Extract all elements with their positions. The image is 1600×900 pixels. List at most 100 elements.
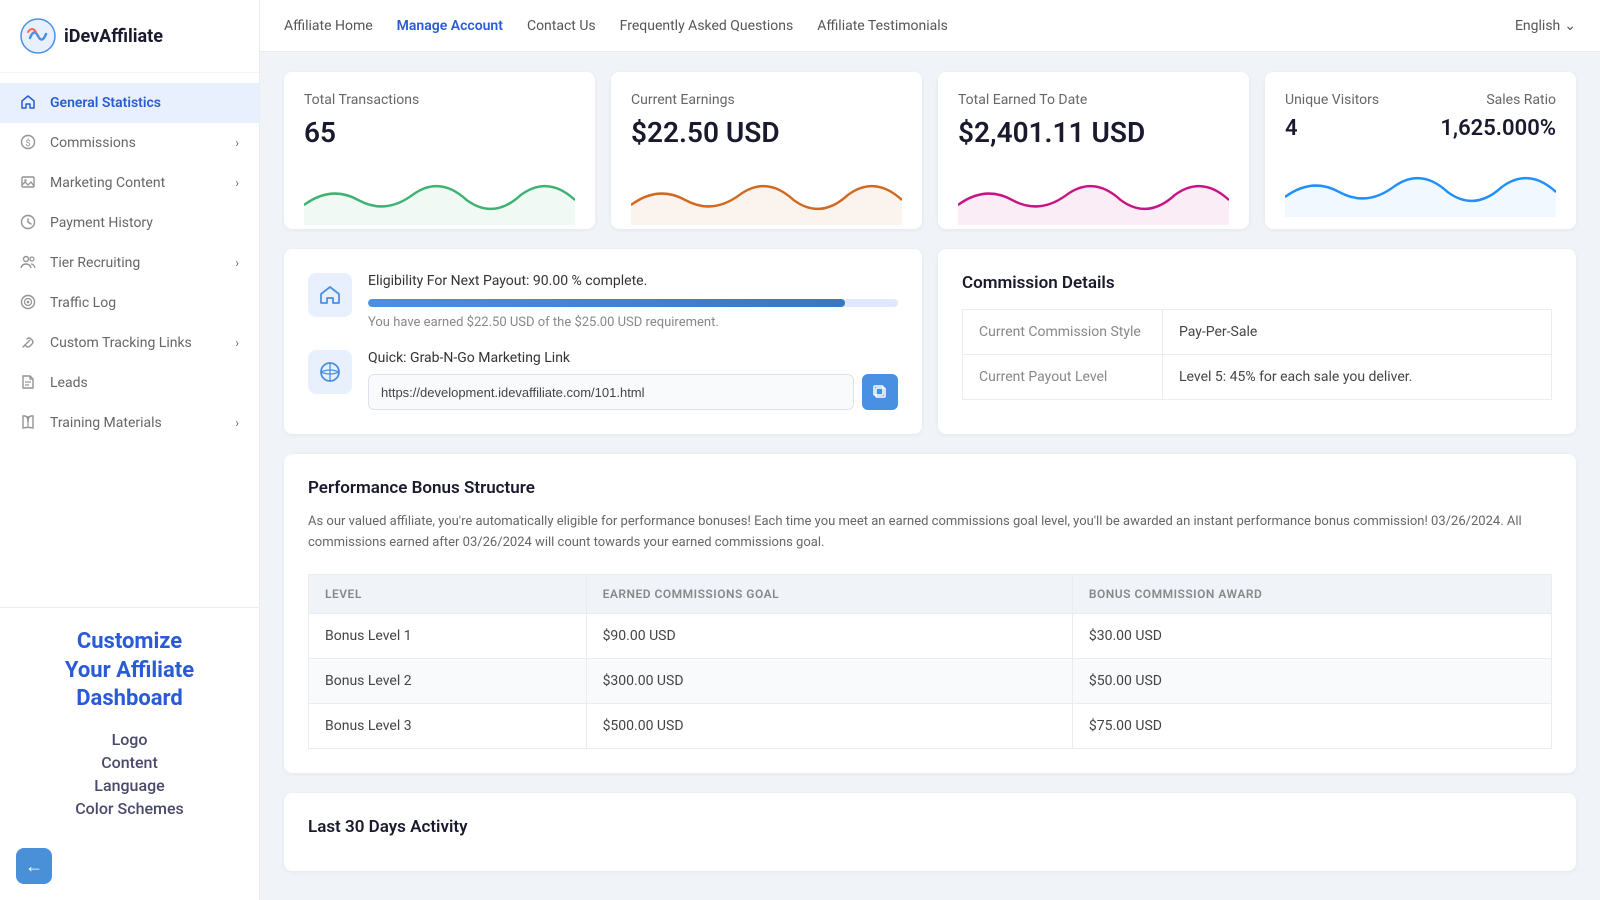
bonus-col-header: LEVEL: [309, 574, 587, 613]
nav-label: Commissions: [50, 135, 136, 151]
bonus-goal: $300.00 USD: [586, 658, 1072, 703]
payout-header: Eligibility For Next Payout: 90.00 % com…: [308, 273, 898, 330]
nav-label: Leads: [50, 375, 88, 391]
commission-row: Current Payout LevelLevel 5: 45% for eac…: [963, 355, 1552, 400]
logo-text: iDevAffiliate: [64, 26, 163, 47]
commission-table: Current Commission StylePay-Per-SaleCurr…: [962, 309, 1552, 400]
nav-label: Training Materials: [50, 415, 162, 431]
bonus-level: Bonus Level 1: [309, 613, 587, 658]
link-content: Quick: Grab-N-Go Marketing Link: [368, 350, 898, 410]
customize-links: Logo Content Language Color Schemes: [20, 730, 239, 818]
topnav-link-contact-us[interactable]: Contact Us: [527, 18, 596, 34]
bonus-row: Bonus Level 1$90.00 USD$30.00 USD: [309, 613, 1552, 658]
payout-card: Eligibility For Next Payout: 90.00 % com…: [284, 249, 922, 434]
customize-link-color-schemes[interactable]: Color Schemes: [20, 799, 239, 818]
bonus-col-header: EARNED COMMISSIONS GOAL: [586, 574, 1072, 613]
bonus-row: Bonus Level 3$500.00 USD$75.00 USD: [309, 703, 1552, 748]
sidebar-item-marketing-content[interactable]: Marketing Content›: [0, 163, 259, 203]
copy-icon: [873, 385, 887, 399]
commission-value: Level 5: 45% for each sale you deliver.: [1163, 355, 1552, 400]
customize-link-logo[interactable]: Logo: [20, 730, 239, 749]
stat-card-unique-visitors-sales: Unique Visitors 4 Sales Ratio 1,625.000%: [1265, 72, 1576, 229]
nav-label: Traffic Log: [50, 295, 116, 311]
language-selector[interactable]: English ⌄: [1515, 18, 1576, 34]
chart-total-transactions: [304, 165, 575, 225]
sidebar-item-commissions[interactable]: $ Commissions ›: [0, 123, 259, 163]
sidebar-item-training-materials[interactable]: Training Materials›: [0, 403, 259, 443]
stat-pair: Unique Visitors 4 Sales Ratio 1,625.000%: [1285, 92, 1556, 157]
users-icon: [20, 254, 38, 272]
topnav-link-faq[interactable]: Frequently Asked Questions: [620, 18, 794, 34]
sidebar: iDevAffiliate General Statistics $ Commiss…: [0, 0, 260, 900]
stat-value: $22.50 USD: [631, 116, 902, 149]
bonus-goal: $500.00 USD: [586, 703, 1072, 748]
last30-card: Last 30 Days Activity: [284, 793, 1576, 871]
sidebar-item-tier-recruiting[interactable]: Tier Recruiting›: [0, 243, 259, 283]
nav-label: General Statistics: [50, 95, 161, 111]
bonus-level: Bonus Level 3: [309, 703, 587, 748]
stat-value-visitors: 4: [1285, 116, 1379, 141]
home-icon: [20, 94, 38, 112]
main-content: Affiliate Home Manage Account Contact Us Fr…: [260, 0, 1600, 900]
chevron-icon: ›: [235, 256, 239, 270]
stat-card-current-earnings: Current Earnings $22.50 USD: [611, 72, 922, 229]
commission-row: Current Commission StylePay-Per-Sale: [963, 310, 1552, 355]
customize-link-language[interactable]: Language: [20, 776, 239, 795]
copy-link-button[interactable]: [862, 374, 898, 410]
sidebar-item-custom-tracking-links[interactable]: Custom Tracking Links›: [0, 323, 259, 363]
progress-bar-bg: [368, 299, 898, 307]
top-nav-links: Affiliate Home Manage Account Contact Us Fr…: [284, 18, 948, 34]
bonus-award: $75.00 USD: [1072, 703, 1551, 748]
stat-label-visitors: Unique Visitors: [1285, 92, 1379, 108]
stat-label-sales: Sales Ratio: [1440, 92, 1556, 108]
customize-section: CustomizeYour AffiliateDashboard Logo Con…: [0, 607, 259, 838]
top-navigation: Affiliate Home Manage Account Contact Us Fr…: [260, 0, 1600, 52]
sidebar-item-general-statistics[interactable]: General Statistics: [0, 83, 259, 123]
bonus-goal: $90.00 USD: [586, 613, 1072, 658]
stat-label: Total Earned To Date: [958, 92, 1229, 108]
commission-label: Current Payout Level: [963, 355, 1163, 400]
bonus-col-header: BONUS COMMISSION AWARD: [1072, 574, 1551, 613]
nav-label: Custom Tracking Links: [50, 335, 192, 351]
last30-title: Last 30 Days Activity: [308, 817, 1552, 837]
customize-link-content[interactable]: Content: [20, 753, 239, 772]
commission-value: Pay-Per-Sale: [1163, 310, 1552, 355]
payout-icon-wrap: [308, 273, 352, 317]
commission-title: Commission Details: [962, 273, 1552, 293]
marketing-link-input[interactable]: [368, 374, 854, 410]
sidebar-item-traffic-log[interactable]: Traffic Log: [0, 283, 259, 323]
svg-text:$: $: [25, 138, 30, 149]
customize-title: CustomizeYour AffiliateDashboard: [20, 628, 239, 714]
clock-icon: [20, 214, 38, 232]
nav-label: Payment History: [50, 215, 153, 231]
nav-label: Marketing Content: [50, 175, 165, 191]
sidebar-item-leads[interactable]: Leads: [0, 363, 259, 403]
sidebar-nav: General Statistics $ Commissions › Marketing…: [0, 73, 259, 607]
topnav-link-manage-account[interactable]: Manage Account: [397, 18, 503, 34]
logo-area: iDevAffiliate: [0, 0, 259, 73]
dollar-icon: $: [20, 134, 38, 152]
commission-label: Current Commission Style: [963, 310, 1163, 355]
performance-bonus-title: Performance Bonus Structure: [308, 478, 1552, 498]
commission-card: Commission Details Current Commission St…: [938, 249, 1576, 434]
chevron-down-icon: ⌄: [1564, 18, 1576, 34]
image-icon: [20, 174, 38, 192]
stat-card-total-earned: Total Earned To Date $2,401.11 USD: [938, 72, 1249, 229]
chart-unique-visitors-sales: [1285, 157, 1556, 217]
back-button[interactable]: ←: [16, 848, 52, 884]
chart-total-earned: [958, 165, 1229, 225]
bonus-award: $30.00 USD: [1072, 613, 1551, 658]
stat-label: Current Earnings: [631, 92, 902, 108]
sidebar-item-payment-history[interactable]: Payment History: [0, 203, 259, 243]
file-icon: [20, 374, 38, 392]
performance-bonus-desc: As our valued affiliate, you're automati…: [308, 512, 1552, 554]
link-input-row: [368, 374, 898, 410]
topnav-link-testimonials[interactable]: Affiliate Testimonials: [817, 18, 948, 34]
topnav-link-affiliate-home[interactable]: Affiliate Home: [284, 18, 373, 34]
chevron-icon: ›: [235, 136, 239, 150]
payout-text: Eligibility For Next Payout: 90.00 % com…: [368, 273, 898, 330]
marketing-link-label: Quick: Grab-N-Go Marketing Link: [368, 350, 898, 366]
stat-value-sales: 1,625.000%: [1440, 116, 1556, 141]
marketing-link-section: Quick: Grab-N-Go Marketing Link: [308, 350, 898, 410]
bonus-level: Bonus Level 2: [309, 658, 587, 703]
